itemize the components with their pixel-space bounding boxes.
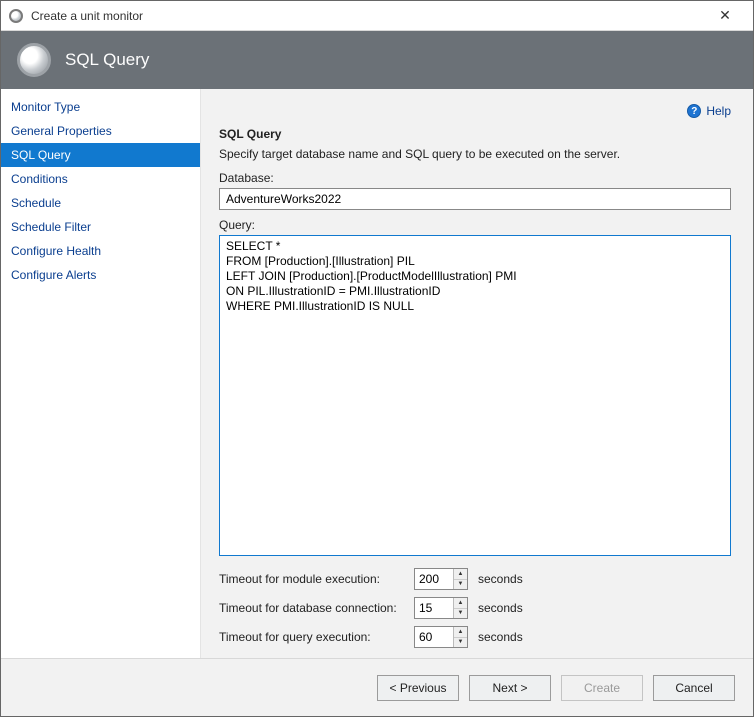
app-icon (9, 9, 23, 23)
timeouts-group: Timeout for module execution: ▲ ▼ second… (219, 568, 731, 648)
wizard-nav: Monitor Type General Properties SQL Quer… (1, 89, 201, 658)
create-button-label: Create (584, 681, 620, 695)
window-title: Create a unit monitor (31, 9, 705, 23)
timeout-database-spinner: ▲ ▼ (414, 597, 468, 619)
nav-item-label: Monitor Type (11, 100, 80, 114)
wizard-step-title: SQL Query (65, 50, 149, 70)
wizard-banner: SQL Query (1, 31, 753, 89)
timeout-module-label: Timeout for module execution: (219, 572, 414, 586)
nav-item-monitor-type[interactable]: Monitor Type (1, 95, 200, 119)
content-area: ? Help SQL Query Specify target database… (201, 89, 753, 658)
nav-item-schedule[interactable]: Schedule (1, 191, 200, 215)
timeout-module-row: Timeout for module execution: ▲ ▼ second… (219, 568, 731, 590)
nav-item-configure-health[interactable]: Configure Health (1, 239, 200, 263)
timeout-module-unit: seconds (478, 572, 523, 586)
nav-item-general-properties[interactable]: General Properties (1, 119, 200, 143)
cancel-button-label: Cancel (675, 681, 712, 695)
spin-down-icon[interactable]: ▼ (454, 638, 467, 648)
nav-item-sql-query[interactable]: SQL Query (1, 143, 200, 167)
help-bar: ? Help (219, 101, 731, 121)
nav-item-label: General Properties (11, 124, 112, 138)
help-link[interactable]: Help (706, 104, 731, 118)
create-button: Create (561, 675, 643, 701)
title-bar: Create a unit monitor ✕ (1, 1, 753, 31)
spin-down-icon[interactable]: ▼ (454, 609, 467, 619)
next-button[interactable]: Next > (469, 675, 551, 701)
section-title: SQL Query (219, 127, 731, 141)
nav-item-label: SQL Query (11, 148, 71, 162)
close-icon: ✕ (719, 7, 731, 24)
query-label: Query: (219, 218, 731, 232)
dialog-footer: < Previous Next > Create Cancel (1, 658, 753, 716)
nav-item-label: Schedule (11, 196, 61, 210)
close-button[interactable]: ✕ (705, 1, 745, 31)
dialog-window: Create a unit monitor ✕ SQL Query Monito… (0, 0, 754, 717)
next-button-label: Next > (492, 681, 527, 695)
spin-down-icon[interactable]: ▼ (454, 580, 467, 590)
database-input[interactable] (219, 188, 731, 210)
help-icon: ? (687, 104, 701, 118)
timeout-database-input[interactable] (415, 598, 453, 618)
timeout-query-input[interactable] (415, 627, 453, 647)
nav-item-label: Configure Alerts (11, 268, 96, 282)
dialog-body: Monitor Type General Properties SQL Quer… (1, 89, 753, 658)
wizard-step-icon (17, 43, 51, 77)
previous-button-label: < Previous (389, 681, 446, 695)
nav-item-label: Conditions (11, 172, 68, 186)
timeout-module-spinner: ▲ ▼ (414, 568, 468, 590)
timeout-module-input[interactable] (415, 569, 453, 589)
timeout-query-unit: seconds (478, 630, 523, 644)
nav-item-label: Configure Health (11, 244, 101, 258)
timeout-database-unit: seconds (478, 601, 523, 615)
nav-item-conditions[interactable]: Conditions (1, 167, 200, 191)
nav-item-label: Schedule Filter (11, 220, 91, 234)
spin-up-icon[interactable]: ▲ (454, 598, 467, 609)
spin-up-icon[interactable]: ▲ (454, 569, 467, 580)
database-label: Database: (219, 171, 731, 185)
timeout-query-spinner: ▲ ▼ (414, 626, 468, 648)
section-description: Specify target database name and SQL que… (219, 147, 731, 161)
cancel-button[interactable]: Cancel (653, 675, 735, 701)
nav-item-configure-alerts[interactable]: Configure Alerts (1, 263, 200, 287)
spin-up-icon[interactable]: ▲ (454, 627, 467, 638)
previous-button[interactable]: < Previous (377, 675, 459, 701)
timeout-database-row: Timeout for database connection: ▲ ▼ sec… (219, 597, 731, 619)
nav-item-schedule-filter[interactable]: Schedule Filter (1, 215, 200, 239)
timeout-database-label: Timeout for database connection: (219, 601, 414, 615)
timeout-query-label: Timeout for query execution: (219, 630, 414, 644)
query-textarea[interactable] (219, 235, 731, 556)
timeout-query-row: Timeout for query execution: ▲ ▼ seconds (219, 626, 731, 648)
